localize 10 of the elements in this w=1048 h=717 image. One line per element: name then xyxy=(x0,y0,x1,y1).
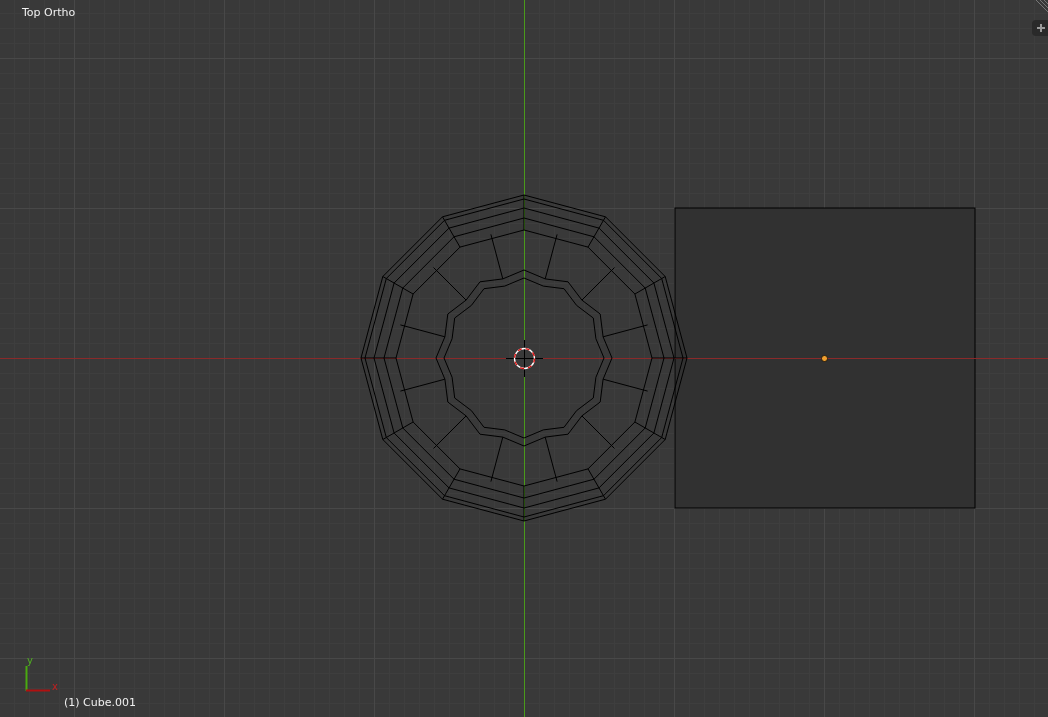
y-axis-label: y xyxy=(27,655,33,667)
area-corner-icon xyxy=(1035,0,1048,13)
active-object-label: (1) Cube.001 xyxy=(64,696,136,710)
view-name-label: Top Ortho xyxy=(22,6,76,20)
axis-gizmo-icon xyxy=(25,665,51,692)
x-axis-label: x xyxy=(52,681,58,693)
add-panel-button[interactable] xyxy=(1032,20,1048,36)
plus-icon xyxy=(1037,24,1045,32)
3d-cursor-icon xyxy=(505,339,544,378)
object-origin-dot xyxy=(821,355,828,362)
